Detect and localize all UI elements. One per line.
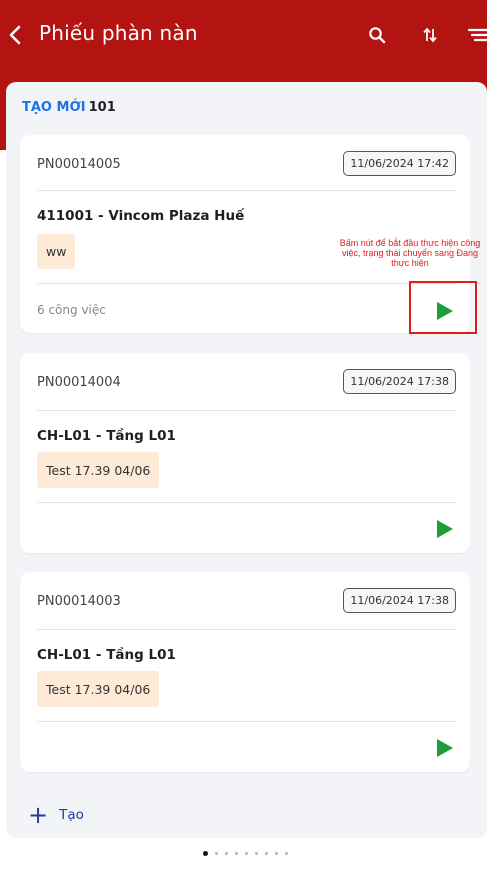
ticket-location: CH-L01 - Tầng L01: [37, 647, 176, 663]
play-icon[interactable]: [435, 519, 455, 539]
page-dot[interactable]: [265, 852, 268, 855]
page-dot[interactable]: [285, 852, 288, 855]
ticket-date-badge: 11/06/2024 17:42: [343, 151, 456, 176]
ticket-code: PN00014003: [37, 594, 121, 609]
back-icon[interactable]: [4, 20, 26, 50]
divider: [37, 721, 456, 722]
plus-icon: +: [28, 801, 49, 829]
ticket-code: PN00014005: [37, 157, 121, 172]
section-header: TẠO MỚI 101: [22, 100, 116, 115]
page-title: Phiếu phàn nàn: [39, 21, 198, 45]
page-indicator: [0, 851, 487, 856]
page-dot[interactable]: [225, 852, 228, 855]
page-dot[interactable]: [245, 852, 248, 855]
divider: [37, 502, 456, 503]
page-dot[interactable]: [275, 852, 278, 855]
ticket-card[interactable]: PN00014004 11/06/2024 17:38 CH-L01 - Tần…: [20, 353, 470, 553]
ticket-date-badge: 11/06/2024 17:38: [343, 588, 456, 613]
ticket-code: PN00014004: [37, 375, 121, 390]
status-label: TẠO MỚI: [22, 100, 86, 115]
ticket-list-panel: TẠO MỚI 101 PN00014005 11/06/2024 17:42 4…: [6, 82, 487, 838]
annotation-note: Bấm nút để bắt đầu thực hiện công việc, …: [339, 238, 481, 268]
ticket-card[interactable]: PN00014005 11/06/2024 17:42 411001 - Vin…: [20, 135, 470, 333]
ticket-tag: ww: [37, 234, 76, 269]
divider: [37, 190, 456, 191]
annotation-highlight-box: [409, 281, 477, 334]
ticket-tag: Test 17.39 04/06: [37, 671, 160, 707]
create-label: Tạo: [59, 807, 84, 823]
divider: [37, 410, 456, 411]
ticket-location: 411001 - Vincom Plaza Huế: [37, 208, 245, 224]
page-dot[interactable]: [203, 851, 208, 856]
create-button[interactable]: + Tạo: [28, 803, 84, 827]
filter-icon[interactable]: [464, 20, 487, 50]
search-icon[interactable]: [364, 20, 390, 50]
page-dot[interactable]: [235, 852, 238, 855]
ticket-tag: Test 17.39 04/06: [37, 452, 160, 488]
task-count: 6 công việc: [37, 303, 106, 317]
divider: [37, 283, 456, 284]
status-count: 101: [88, 100, 116, 115]
play-icon[interactable]: [435, 738, 455, 758]
ticket-location: CH-L01 - Tầng L01: [37, 428, 176, 444]
divider: [37, 629, 456, 630]
page-dot[interactable]: [255, 852, 258, 855]
page-dot[interactable]: [215, 852, 218, 855]
ticket-card[interactable]: PN00014003 11/06/2024 17:38 CH-L01 - Tần…: [20, 572, 470, 772]
sort-icon[interactable]: [417, 20, 443, 50]
ticket-date-badge: 11/06/2024 17:38: [343, 369, 456, 394]
